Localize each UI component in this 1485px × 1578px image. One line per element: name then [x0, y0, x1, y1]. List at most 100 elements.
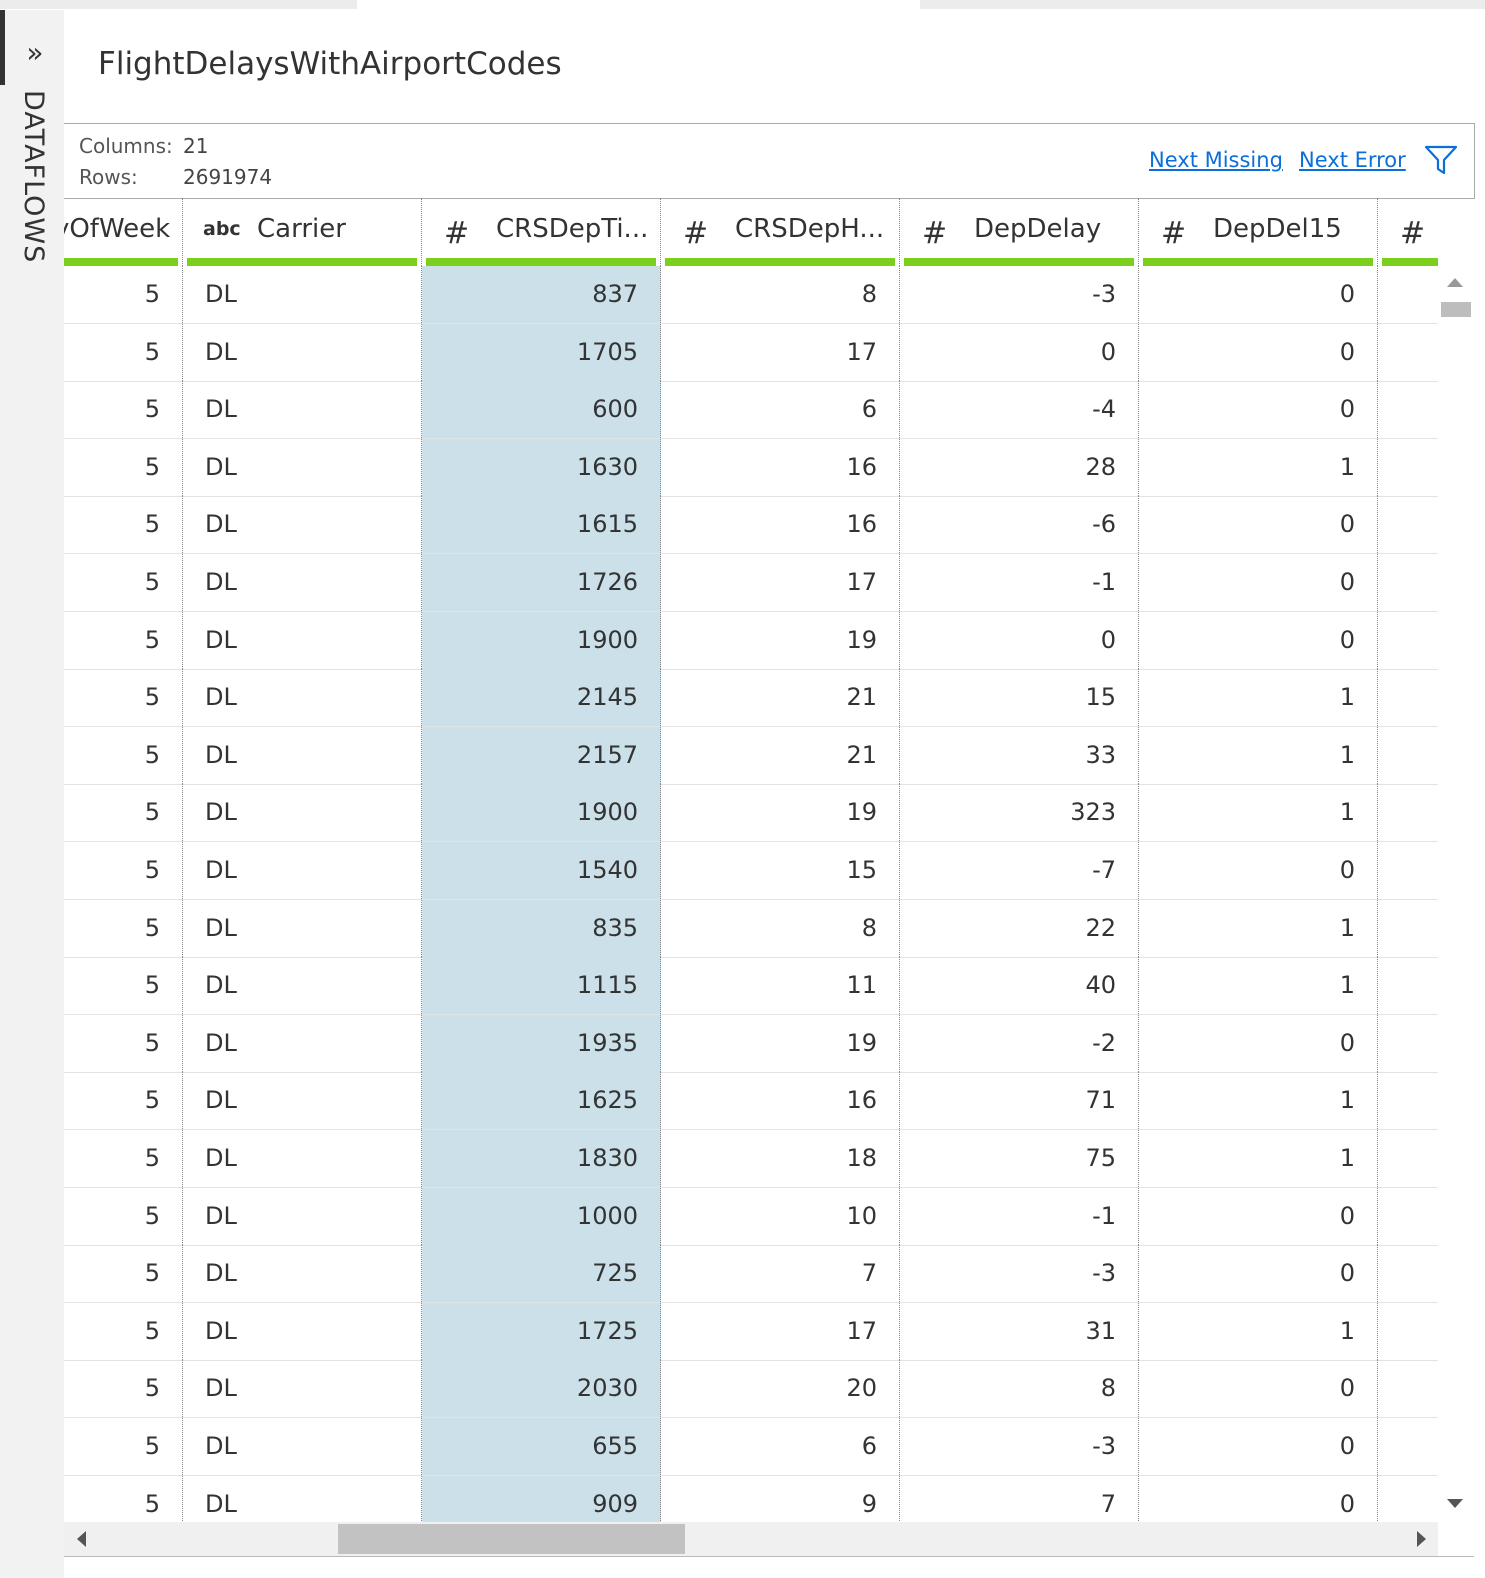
table-row[interactable]: 5 DL 909 9 7 0 — [64, 1475, 1438, 1522]
table-cell[interactable]: 5 — [64, 784, 183, 842]
table-cell[interactable]: DL — [183, 266, 422, 323]
table-cell[interactable]: 16 — [661, 438, 900, 496]
table-row[interactable]: 5 DL 1000 10 -1 0 — [64, 1187, 1438, 1246]
table-cell[interactable]: 1 — [1139, 438, 1378, 496]
table-cell[interactable]: 1 — [1139, 899, 1378, 957]
table-cell[interactable] — [1378, 957, 1438, 1014]
table-row[interactable]: 5 DL 2145 21 15 1 — [64, 669, 1438, 728]
table-cell[interactable]: 75 — [900, 1130, 1139, 1187]
table-cell[interactable]: 33 — [900, 726, 1139, 784]
table-cell[interactable]: 0 — [1139, 1245, 1378, 1303]
table-cell[interactable]: 0 — [1139, 1014, 1378, 1072]
table-row[interactable]: 5 DL 837 8 -3 0 — [64, 266, 1438, 324]
table-row[interactable]: 5 DL 725 7 -3 0 — [64, 1245, 1438, 1304]
table-row[interactable]: 5 DL 1625 16 71 1 — [64, 1072, 1438, 1131]
table-cell[interactable]: DL — [183, 669, 422, 727]
table-row[interactable]: 5 DL 1705 17 0 0 — [64, 323, 1438, 382]
table-cell[interactable] — [1378, 266, 1438, 323]
table-cell[interactable]: 8 — [661, 899, 900, 957]
table-row[interactable]: 5 DL 1630 16 28 1 — [64, 438, 1438, 497]
table-cell[interactable]: DL — [183, 611, 422, 669]
table-cell[interactable]: 0 — [1139, 496, 1378, 554]
table-cell[interactable] — [1378, 1072, 1438, 1129]
table-cell[interactable]: DL — [183, 438, 422, 496]
table-cell[interactable]: -2 — [900, 1014, 1139, 1072]
table-cell[interactable]: 835 — [422, 899, 661, 957]
column-header[interactable]: # — [1378, 198, 1438, 266]
table-cell[interactable] — [1378, 1188, 1438, 1245]
table-cell[interactable]: 5 — [64, 669, 183, 727]
table-cell[interactable]: 5 — [64, 496, 183, 554]
vertical-scroll-thumb[interactable] — [1441, 302, 1471, 317]
table-cell[interactable]: 1540 — [422, 842, 661, 899]
table-row[interactable]: 5 DL 600 6 -4 0 — [64, 381, 1438, 440]
table-cell[interactable]: -7 — [900, 842, 1139, 899]
table-row[interactable]: 5 DL 2030 20 8 0 — [64, 1360, 1438, 1419]
table-cell[interactable]: 0 — [1139, 323, 1378, 381]
table-cell[interactable]: 0 — [1139, 381, 1378, 439]
table-cell[interactable]: 1726 — [422, 554, 661, 611]
table-cell[interactable] — [1378, 842, 1438, 899]
table-cell[interactable] — [1378, 900, 1438, 957]
table-cell[interactable]: 0 — [1139, 1475, 1378, 1522]
table-cell[interactable] — [1378, 439, 1438, 496]
table-cell[interactable]: 1 — [1139, 669, 1378, 727]
table-cell[interactable]: 1830 — [422, 1130, 661, 1187]
table-cell[interactable]: DL — [183, 1187, 422, 1245]
column-header[interactable]: # CRSDepH... — [661, 198, 900, 266]
table-cell[interactable]: 5 — [64, 1187, 183, 1245]
table-cell[interactable] — [1378, 784, 1438, 841]
table-cell[interactable]: 6 — [661, 381, 900, 439]
table-cell[interactable]: DL — [183, 381, 422, 439]
column-header[interactable]: # DepDelay — [900, 198, 1139, 266]
table-cell[interactable]: 725 — [422, 1245, 661, 1303]
table-cell[interactable]: 0 — [900, 611, 1139, 669]
table-cell[interactable]: 5 — [64, 323, 183, 381]
table-cell[interactable]: DL — [183, 1418, 422, 1475]
table-cell[interactable]: 9 — [661, 1475, 900, 1522]
table-cell[interactable]: 5 — [64, 1360, 183, 1418]
table-cell[interactable]: 71 — [900, 1072, 1139, 1130]
table-cell[interactable]: 0 — [1139, 554, 1378, 611]
table-cell[interactable]: 0 — [1139, 1418, 1378, 1475]
table-cell[interactable]: 0 — [1139, 266, 1378, 323]
table-cell[interactable]: -3 — [900, 1418, 1139, 1475]
double-chevron-right-icon[interactable]: » — [20, 38, 50, 68]
table-cell[interactable]: 1 — [1139, 1072, 1378, 1130]
table-cell[interactable]: 5 — [64, 1475, 183, 1522]
table-cell[interactable]: 19 — [661, 784, 900, 842]
table-cell[interactable]: 7 — [900, 1475, 1139, 1522]
table-cell[interactable] — [1378, 1015, 1438, 1072]
column-header[interactable]: # DepDel15 — [1139, 198, 1378, 266]
table-row[interactable]: 5 DL 1615 16 -6 0 — [64, 496, 1438, 555]
table-cell[interactable]: 5 — [64, 899, 183, 957]
table-cell[interactable]: 5 — [64, 842, 183, 899]
table-cell[interactable]: 5 — [64, 266, 183, 323]
table-cell[interactable]: 7 — [661, 1245, 900, 1303]
table-cell[interactable]: 5 — [64, 381, 183, 439]
filter-icon[interactable] — [1424, 144, 1458, 176]
table-cell[interactable]: -6 — [900, 496, 1139, 554]
table-row[interactable]: 5 DL 1725 17 31 1 — [64, 1302, 1438, 1361]
column-header[interactable]: abc Carrier — [183, 198, 422, 266]
table-cell[interactable]: 1 — [1139, 1130, 1378, 1187]
table-cell[interactable]: 8 — [900, 1360, 1139, 1418]
table-row[interactable]: 5 DL 1115 11 40 1 — [64, 957, 1438, 1016]
table-cell[interactable]: DL — [183, 1245, 422, 1303]
table-cell[interactable]: 5 — [64, 1130, 183, 1187]
table-cell[interactable]: 28 — [900, 438, 1139, 496]
scroll-down-icon[interactable] — [1447, 1499, 1463, 1508]
table-cell[interactable]: DL — [183, 1130, 422, 1187]
table-cell[interactable]: -1 — [900, 1187, 1139, 1245]
table-cell[interactable]: 1625 — [422, 1072, 661, 1130]
table-row[interactable]: 5 DL 1830 18 75 1 — [64, 1130, 1438, 1188]
table-cell[interactable]: 837 — [422, 266, 661, 323]
column-header[interactable]: #DayOfWeek — [64, 198, 183, 266]
table-cell[interactable]: 5 — [64, 611, 183, 669]
table-cell[interactable]: 22 — [900, 899, 1139, 957]
table-cell[interactable]: 5 — [64, 438, 183, 496]
next-error-link[interactable]: Next Error — [1299, 148, 1406, 172]
table-cell[interactable]: 21 — [661, 669, 900, 727]
table-cell[interactable]: DL — [183, 554, 422, 611]
table-cell[interactable]: 1 — [1139, 957, 1378, 1015]
